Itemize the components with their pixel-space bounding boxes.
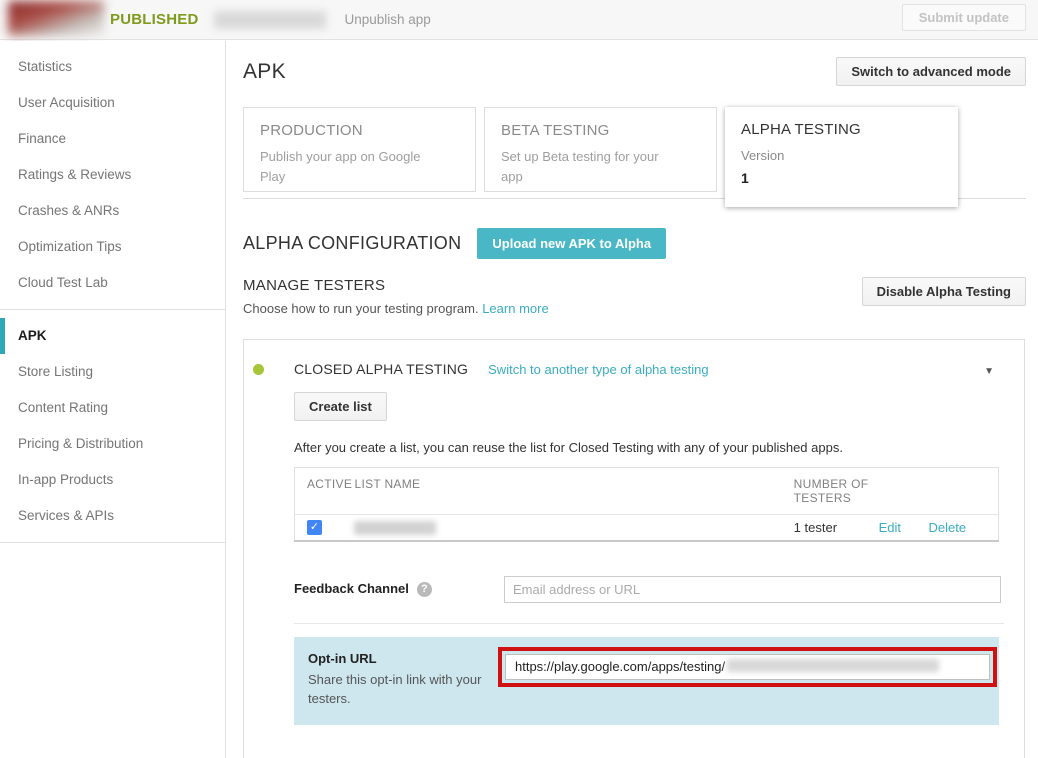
annotation-highlight: https://play.google.com/apps/testing/ [498,647,997,687]
sidebar-item-crashes-anrs[interactable]: Crashes & ANRs [0,193,225,229]
learn-more-link[interactable]: Learn more [482,301,548,316]
optin-url-section: Opt-in URL Share this opt-in link with y… [294,637,999,725]
create-list-button[interactable]: Create list [294,392,387,421]
tab-title: ALPHA TESTING [741,121,942,138]
sidebar-divider [0,542,225,543]
sidebar-item-pricing-distribution[interactable]: Pricing & Distribution [0,426,225,462]
tab-subtitle: Publish your app on Google Play [260,147,430,186]
manage-testers-heading: MANAGE TESTERS [243,277,549,294]
table-row: ✓ 1 testerEdit Delete [295,515,999,542]
edit-cell: Edit [879,515,929,542]
tab-production[interactable]: PRODUCTION Publish your app on Google Pla… [243,107,476,192]
page-title: APK [243,60,286,84]
tab-title: PRODUCTION [260,122,459,139]
active-checkbox[interactable]: ✓ [307,520,322,535]
optin-url-input[interactable]: https://play.google.com/apps/testing/ [505,654,990,680]
sidebar-item-content-rating[interactable]: Content Rating [0,390,225,426]
tab-subtitle: Set up Beta testing for your app [501,147,671,186]
redacted-url-suffix [727,659,939,672]
tab-subtitle: Version [741,146,911,166]
optin-url-text: https://play.google.com/apps/testing/ [515,659,725,674]
reuse-list-note: After you create a list, you can reuse t… [294,440,1004,455]
sidebar-item-in-app-products[interactable]: In-app Products [0,462,225,498]
sidebar-item-apk[interactable]: APK [0,318,225,354]
tab-version-number: 1 [741,170,942,186]
closed-alpha-heading: CLOSED ALPHA TESTING [294,361,468,377]
closed-alpha-card: CLOSED ALPHA TESTING Switch to another t… [243,339,1025,758]
table-header-empty [879,468,929,515]
manage-testers-text: Choose how to run your testing program. [243,301,479,316]
publish-status-badge: PUBLISHED [110,11,198,28]
sidebar-item-cloud-test-lab[interactable]: Cloud Test Lab [0,265,225,301]
submit-update-button[interactable]: Submit update [902,4,1026,31]
feedback-channel-label: Feedback Channel [294,581,409,596]
sidebar-item-finance[interactable]: Finance [0,121,225,157]
disable-alpha-testing-button[interactable]: Disable Alpha Testing [862,277,1026,306]
switch-advanced-mode-button[interactable]: Switch to advanced mode [836,57,1026,86]
optin-url-description: Share this opt-in link with your testers… [308,671,503,709]
active-cell: ✓ [295,515,355,542]
unpublish-app-link[interactable]: Unpublish app [344,12,430,27]
tab-alpha-testing[interactable]: ALPHA TESTING Version 1 [725,107,958,207]
testers-count-cell: 1 tester [794,515,879,542]
upload-apk-button[interactable]: Upload new APK to Alpha [477,228,666,259]
delete-cell: Delete [929,515,999,542]
app-logo [8,1,104,36]
redacted-app-name [214,11,326,29]
redacted-list-name [354,521,436,535]
section-divider [294,623,1004,624]
sidebar-item-store-listing[interactable]: Store Listing [0,354,225,390]
delete-link[interactable]: Delete [929,520,967,535]
table-header-empty [929,468,999,515]
manage-testers-subtext: Choose how to run your testing program. … [243,301,549,316]
table-header-list-name: LIST NAME [354,468,793,515]
sidebar-item-user-acquisition[interactable]: User Acquisition [0,85,225,121]
table-header-number-of-testers: NUMBER OF TESTERS [794,468,879,515]
release-track-tabs: PRODUCTION Publish your app on Google Pla… [243,107,1026,199]
edit-link[interactable]: Edit [879,520,901,535]
switch-alpha-type-link[interactable]: Switch to another type of alpha testing [488,362,708,377]
list-name-cell [354,515,793,542]
sidebar-divider [0,309,225,310]
tab-title: BETA TESTING [501,122,700,139]
tester-lists-table: ACTIVELIST NAMENUMBER OF TESTERS ✓ 1 test… [294,467,999,542]
feedback-channel-input[interactable] [504,576,1001,603]
status-dot-icon [253,364,264,375]
sidebar-item-statistics[interactable]: Statistics [0,49,225,85]
topbar: PUBLISHED Unpublish app Submit update [0,0,1038,40]
sidebar-item-ratings-reviews[interactable]: Ratings & Reviews [0,157,225,193]
sidebar: StatisticsUser AcquisitionFinanceRatings… [0,41,226,758]
alpha-configuration-heading: ALPHA CONFIGURATION [243,233,461,254]
sidebar-item-optimization-tips[interactable]: Optimization Tips [0,229,225,265]
help-icon[interactable]: ? [417,582,432,597]
main-content: APK Switch to advanced mode PRODUCTION Pu… [227,41,1038,758]
chevron-down-icon[interactable]: ▼ [984,366,994,377]
table-header-active: ACTIVE [295,468,355,515]
sidebar-item-services-apis[interactable]: Services & APIs [0,498,225,534]
tab-beta-testing[interactable]: BETA TESTING Set up Beta testing for your… [484,107,717,192]
optin-url-label: Opt-in URL [308,651,503,666]
